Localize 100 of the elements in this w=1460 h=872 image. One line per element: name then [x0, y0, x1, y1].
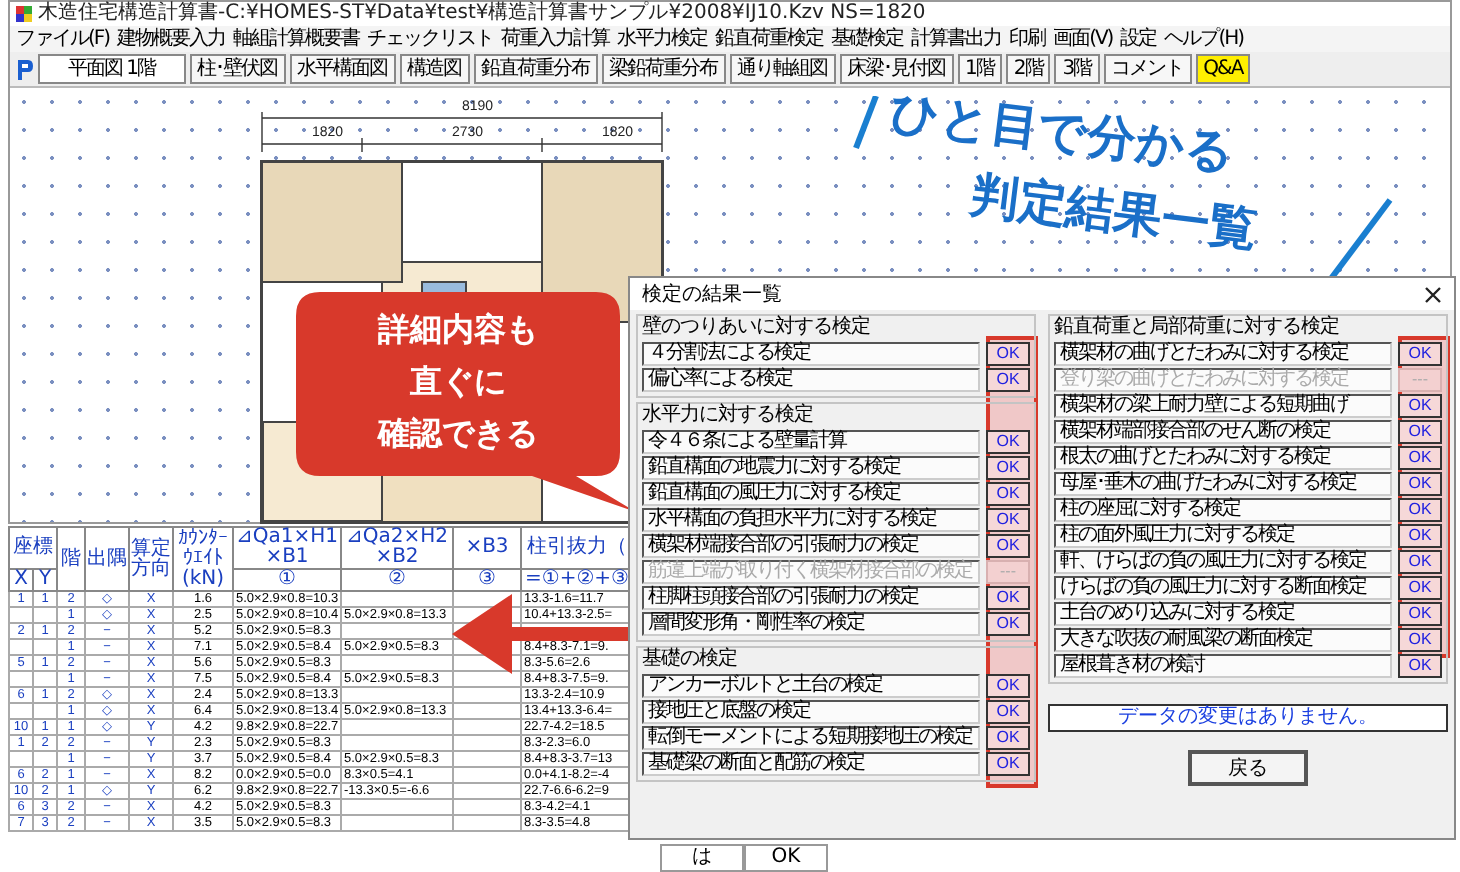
result-button[interactable]: OK	[986, 752, 1030, 776]
menu-item[interactable]: 水平力検定	[617, 26, 708, 52]
result-button[interactable]: OK	[1398, 420, 1442, 444]
check-label: 大きな吹抜の耐風梁の断面検定	[1054, 628, 1392, 652]
check-label: 偏心率による検定	[642, 368, 980, 392]
check-label: 横架材の曲げとたわみに対する検定	[1054, 342, 1392, 366]
menu-item[interactable]: 印刷	[1009, 26, 1046, 52]
menu-item[interactable]: 軸組計算概要書	[233, 26, 360, 52]
result-button[interactable]: OK	[1398, 394, 1442, 418]
result-button[interactable]: OK	[1398, 472, 1442, 496]
menu-item[interactable]: チェックリスト	[367, 26, 494, 52]
close-icon[interactable]	[1424, 285, 1442, 303]
result-button[interactable]: OK	[986, 674, 1030, 698]
check-label: 屋根葺き材の検討	[1054, 654, 1392, 678]
toolbar-button[interactable]: 鉛直荷重分布	[473, 54, 598, 84]
check-label: けらばの負の風圧力に対する断面検定	[1054, 576, 1392, 600]
group-title: 基礎の検定	[642, 648, 739, 672]
check-label: 鉛直構面の風圧力に対する検定	[642, 482, 980, 506]
toolbar-button[interactable]: 構造図	[399, 54, 470, 84]
table-cell: は	[660, 844, 744, 872]
toolbar-button[interactable]: 水平構面図	[289, 54, 396, 84]
menu-item[interactable]: 計算書出力	[911, 26, 1002, 52]
result-button[interactable]: OK	[986, 534, 1030, 558]
menu-item[interactable]: 建物概要入力	[117, 26, 226, 52]
menu-item[interactable]: 荷重入力計算	[501, 26, 610, 52]
group-title: 鉛直荷重と局部荷重に対する検定	[1054, 316, 1341, 340]
column-header: 階	[57, 527, 85, 591]
toolbar-button[interactable]: 床梁･見付図	[839, 54, 954, 84]
check-label: 土台のめり込みに対する検定	[1054, 602, 1392, 626]
check-label: 基礎梁の断面と配筋の検定	[642, 752, 980, 776]
toolbar-button[interactable]: コメント	[1103, 54, 1192, 84]
check-label: 横架材端部接合部のせん断の検定	[1054, 420, 1392, 444]
result-button[interactable]: OK	[986, 482, 1030, 506]
toolbar-button[interactable]: Q&A	[1195, 54, 1251, 84]
check-label: 令４６条による壁量計算	[642, 430, 980, 454]
result-button[interactable]: OK	[1398, 498, 1442, 522]
check-label: 根太の曲げとたわみに対する検定	[1054, 446, 1392, 470]
status-message: データの変更はありません。	[1048, 704, 1448, 732]
window-title: 木造住宅構造計算書-C:¥HOMES-ST¥Data¥test¥構造計算書サンプル¥2008¥IJ10.Kzv NS=1820	[38, 2, 926, 26]
column-header: X	[9, 569, 33, 591]
column-header: ⊿Qa2×H2×B2	[341, 527, 453, 569]
check-label: 横架材端接合部の引張耐力の検定	[642, 534, 980, 558]
result-button[interactable]: OK	[1398, 654, 1442, 678]
toolbar-button[interactable]: 梁鉛荷重分布	[601, 54, 726, 84]
check-label: 層間変形角・剛性率の検定	[642, 612, 980, 636]
menu-item[interactable]: ヘルプ(H)	[1164, 26, 1244, 52]
toolbar-button[interactable]: 3階	[1054, 54, 1100, 84]
result-button[interactable]: OK	[986, 726, 1030, 750]
app-logo-icon	[16, 57, 34, 81]
column-header: 出隅	[85, 527, 129, 591]
column-header: 算定方向	[129, 527, 173, 591]
result-button[interactable]: OK	[986, 586, 1030, 610]
result-button[interactable]: OK	[986, 508, 1030, 532]
result-button[interactable]: OK	[1398, 446, 1442, 470]
result-button[interactable]: OK	[1398, 524, 1442, 548]
group-title: 壁のつりあいに対する検定	[642, 316, 872, 340]
column-header: ×B3	[453, 527, 521, 569]
check-label: 転倒モーメントによる短期接地圧の検定	[642, 726, 980, 750]
result-button[interactable]: OK	[1398, 628, 1442, 652]
check-label: 母屋･垂木の曲げたわみに対する検定	[1054, 472, 1392, 496]
toolbar-button[interactable]: 2階	[1005, 54, 1051, 84]
result-button[interactable]: OK	[986, 368, 1030, 392]
column-header: ｶｳﾝﾀｰｳｴｲﾄ(kN)	[173, 527, 233, 591]
toolbar-button[interactable]: 1階	[957, 54, 1002, 84]
check-label: 軒、けらばの負の風圧力に対する検定	[1054, 550, 1392, 574]
result-button[interactable]: OK	[986, 700, 1030, 724]
check-label: 柱の面外風圧力に対する検定	[1054, 524, 1392, 548]
result-button[interactable]: OK	[986, 612, 1030, 636]
back-button[interactable]: 戻る	[1188, 750, 1308, 786]
menu-item[interactable]: 基礎検定	[831, 26, 904, 52]
result-button[interactable]: OK	[1398, 550, 1442, 574]
accent-line	[1327, 198, 1393, 282]
check-label: アンカーボルトと土台の検定	[642, 674, 980, 698]
result-button[interactable]: OK	[1398, 342, 1442, 366]
result-button[interactable]: OK	[986, 342, 1030, 366]
column-header: ②	[341, 569, 453, 591]
app-icon	[16, 6, 32, 22]
result-button[interactable]: OK	[1398, 602, 1442, 626]
check-label: ４分割法による検定	[642, 342, 980, 366]
check-label: 柱脚柱頭接合部の引張耐力の検定	[642, 586, 980, 610]
result-button[interactable]: OK	[1398, 576, 1442, 600]
column-group-header: 座標	[9, 527, 57, 569]
toolbar-button[interactable]: 柱･壁伏図	[189, 54, 286, 84]
check-label: 柱の座屈に対する検定	[1054, 498, 1392, 522]
view-dropdown[interactable]: 平面図 1階	[38, 54, 186, 84]
dialog-title: 検定の結果一覧	[642, 281, 782, 308]
menu-item[interactable]: 設定	[1120, 26, 1157, 52]
result-button[interactable]: OK	[986, 456, 1030, 480]
toolbar-button[interactable]: 通り軸組図	[729, 54, 836, 84]
group-title: 水平力に対する検定	[642, 404, 815, 428]
column-header: ①	[233, 569, 341, 591]
menu-item[interactable]: ファイル(F)	[16, 26, 110, 52]
result-button[interactable]: OK	[986, 430, 1030, 454]
menu-item[interactable]: 画面(V)	[1053, 26, 1113, 52]
column-header: 柱引抜力（	[521, 527, 633, 569]
accent-line	[853, 96, 879, 150]
column-header: ⊿Qa1×H1×B1	[233, 527, 341, 569]
check-label: 登り梁の曲げとたわみに対する検定	[1054, 368, 1392, 392]
menu-item[interactable]: 鉛直荷重検定	[715, 26, 824, 52]
check-label: 筋違上端が取り付く横架材接合部の検定	[642, 560, 980, 584]
